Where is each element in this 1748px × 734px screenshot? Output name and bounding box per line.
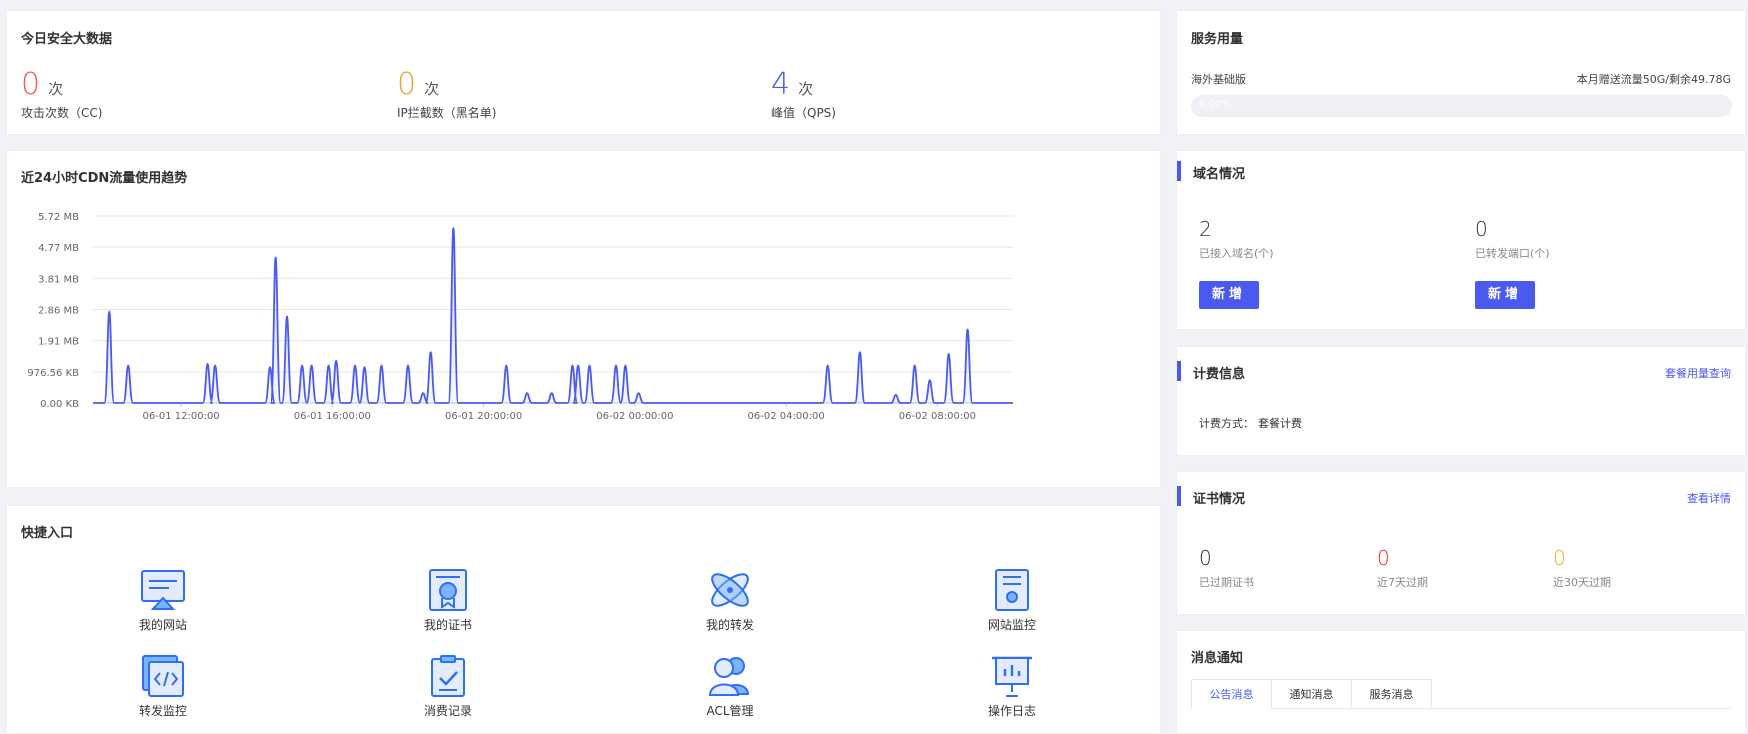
stat-peak-qps-label: 峰值（QPS)	[771, 106, 836, 120]
tab-service-messages[interactable]: 服务消息	[1351, 679, 1432, 709]
stat-attacks: 0次 攻击次数（CC)	[21, 67, 102, 121]
x-tick-label: 06-02 00:00:00	[596, 411, 673, 422]
quick-forward-monitor-label: 转发监控	[138, 704, 187, 718]
billing-method: 计费方式： 套餐计费	[1199, 415, 1302, 431]
port-forwarded-value: 0	[1475, 217, 1488, 241]
add-domain-button[interactable]: 新增	[1199, 281, 1259, 309]
traffic-chart: 5.72 MB 4.77 MB 3.81 MB 2.86 MB 1.91 MB 976.5…	[27, 212, 1013, 422]
add-port-button[interactable]: 新增	[1475, 281, 1535, 309]
cert-expired: 0 已过期证书	[1199, 546, 1254, 590]
cert-expired-label: 已过期证书	[1199, 576, 1254, 589]
cert-7days: 0 近7天过期	[1377, 546, 1428, 590]
tab-notifications[interactable]: 通知消息	[1271, 679, 1352, 709]
stat-ip-blocks-unit: 次	[424, 80, 440, 98]
usage-plan: 海外基础版	[1191, 73, 1246, 86]
website-icon	[141, 570, 185, 610]
port-forwarded: 0 已转发端口(个)	[1475, 217, 1550, 261]
y-tick-label: 5.72 MB	[38, 212, 79, 223]
usage-card: 服务用量 海外基础版 本月赠送流量50G/剩余49.78G 0.00%	[1176, 10, 1746, 135]
billing-method-value: 套餐计费	[1258, 417, 1302, 430]
security-title: 今日安全大数据	[21, 32, 113, 47]
messages-title: 消息通知	[1191, 651, 1244, 666]
tab-announcements[interactable]: 公告消息	[1191, 679, 1272, 709]
quick-my-certificate[interactable]: 我的证书	[388, 568, 508, 633]
traffic-area	[93, 228, 1013, 403]
billing-method-label: 计费方式：	[1199, 417, 1254, 430]
stat-peak-qps: 4次 峰值（QPS)	[771, 67, 836, 121]
x-tick-label: 06-01 20:00:00	[445, 411, 522, 422]
y-tick-label: 3.81 MB	[38, 274, 79, 285]
cert-7days-value: 0	[1377, 546, 1390, 570]
code-window-icon	[142, 655, 184, 697]
domain-title: 域名情况	[1177, 161, 1245, 182]
quick-my-website[interactable]: 我的网站	[103, 568, 223, 633]
usage-quota: 本月赠送流量50G/剩余49.78G	[1576, 73, 1731, 86]
y-tick-label: 2.86 MB	[38, 306, 79, 317]
stat-peak-qps-value: 4	[771, 67, 791, 102]
usage-progress-bar: 0.00%	[1191, 95, 1732, 117]
y-tick-label: 1.91 MB	[38, 337, 79, 348]
stat-attacks-unit: 次	[48, 80, 64, 98]
cert-title: 证书情况	[1177, 486, 1245, 507]
y-tick-label: 0.00 KB	[40, 399, 79, 410]
cert-details-link[interactable]: 查看详情	[1687, 490, 1731, 506]
x-tick-label: 06-02 08:00:00	[899, 411, 976, 422]
quick-site-monitor-label: 网站监控	[987, 618, 1036, 632]
quick-my-certificate-label: 我的证书	[423, 618, 472, 632]
stat-peak-qps-unit: 次	[798, 80, 814, 98]
stat-ip-blocks: 0次 IP拦截数（黑名单)	[397, 67, 496, 121]
port-forwarded-label: 已转发端口(个)	[1475, 247, 1550, 260]
cert-30days-label: 近30天过期	[1553, 576, 1611, 589]
quick-billing-records-label: 消费记录	[423, 704, 472, 718]
quick-acl-management[interactable]: ACL管理	[670, 654, 790, 719]
users-icon	[708, 657, 750, 696]
traffic-line	[93, 227, 1013, 404]
quick-entry-title: 快捷入口	[21, 526, 74, 541]
cert-30days: 0 近30天过期	[1553, 546, 1611, 590]
presentation-icon	[992, 656, 1032, 697]
quick-my-forward-label: 我的转发	[705, 618, 754, 632]
certificate-card: 证书情况 查看详情 0 已过期证书 0 近7天过期 0 近30天过期	[1176, 471, 1746, 615]
security-card: 今日安全大数据 0次 攻击次数（CC) 0次 IP拦截数（黑名单) 4次 峰值（…	[6, 10, 1161, 135]
quick-billing-records[interactable]: 消费记录	[388, 654, 508, 719]
certificate-icon	[429, 569, 467, 611]
domain-connected: 2 已接入域名(个)	[1199, 217, 1274, 261]
quick-forward-monitor[interactable]: 转发监控	[103, 654, 223, 719]
y-tick-label: 976.56 KB	[27, 368, 79, 379]
domain-connected-label: 已接入域名(个)	[1199, 247, 1274, 260]
cert-expired-value: 0	[1199, 546, 1212, 570]
domain-connected-value: 2	[1199, 217, 1212, 241]
quick-acl-management-label: ACL管理	[706, 704, 754, 718]
billing-title: 计费信息	[1177, 361, 1245, 382]
x-tick-label: 06-02 04:00:00	[748, 411, 825, 422]
x-tick-label: 06-01 16:00:00	[294, 411, 371, 422]
quick-operation-log[interactable]: 操作日志	[952, 654, 1072, 719]
billing-usage-link[interactable]: 套餐用量查询	[1665, 365, 1731, 381]
usage-progress-text: 0.00%	[1199, 99, 1231, 110]
quick-entry-card: 快捷入口 我的网站 我的证书 我的转发 网站监控 转发监控 消费记录 ACL管理…	[6, 505, 1161, 734]
monitor-icon	[995, 569, 1029, 611]
cert-7days-label: 近7天过期	[1377, 576, 1428, 589]
stat-attacks-value: 0	[21, 67, 41, 102]
x-tick-label: 06-01 12:00:00	[143, 411, 220, 422]
quick-site-monitor[interactable]: 网站监控	[952, 568, 1072, 633]
quick-operation-log-label: 操作日志	[987, 704, 1036, 718]
clipboard-check-icon	[431, 655, 465, 697]
cert-30days-value: 0	[1553, 546, 1566, 570]
billing-card: 计费信息 套餐用量查询 计费方式： 套餐计费	[1176, 346, 1746, 456]
quick-my-website-label: 我的网站	[138, 618, 187, 632]
messages-card: 消息通知 公告消息 通知消息 服务消息	[1176, 630, 1746, 734]
forward-icon	[711, 573, 749, 607]
domain-card: 域名情况 2 已接入域名(个) 新增 0 已转发端口(个) 新增	[1176, 150, 1746, 330]
stat-attacks-label: 攻击次数（CC)	[21, 106, 103, 120]
stat-ip-blocks-label: IP拦截数（黑名单)	[397, 106, 497, 120]
y-tick-label: 4.77 MB	[38, 243, 79, 254]
traffic-chart-card: 近24小时CDN流量使用趋势 5.72 MB 4.77 MB 3.81 MB 2.86…	[6, 150, 1161, 488]
quick-my-forward[interactable]: 我的转发	[670, 568, 790, 633]
stat-ip-blocks-value: 0	[397, 67, 417, 102]
usage-title: 服务用量	[1191, 32, 1244, 47]
